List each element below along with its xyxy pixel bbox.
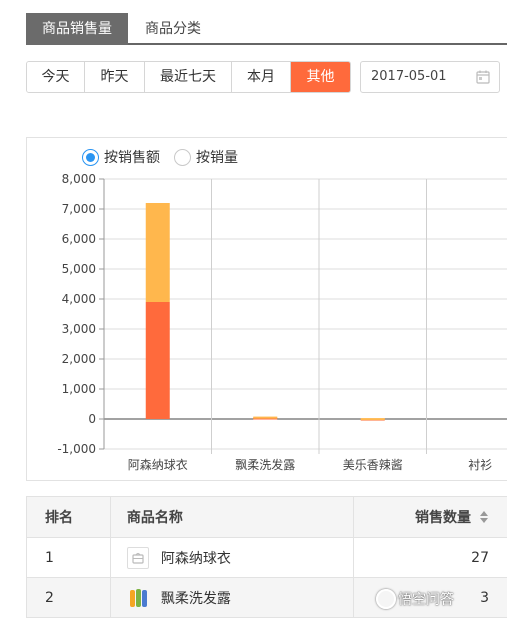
tab-product-sales[interactable]: 商品销售量 [26,13,128,45]
y-tick-label: 4,000 [62,292,96,306]
chart-panel: 按销售额 按销量 -1,000 0 1,000 2,000 3,000 4,000 5,00… [26,137,507,481]
row-rank: 1 [27,538,111,577]
filter-other-button[interactable]: 其他 [291,62,350,92]
y-tick-label: 1,000 [62,382,96,396]
calendar-icon[interactable] [476,70,490,84]
image-placeholder-icon [126,546,149,569]
row-rank: 2 [27,578,111,617]
date-filter-group: 今天 昨天 最近七天 本月 其他 [26,61,351,93]
row-product: 飘柔洗发露 [111,578,355,617]
date-input[interactable] [371,69,471,84]
tab-product-category[interactable]: 商品分类 [128,13,218,45]
row-product: 阿森纳球衣 [111,538,355,577]
filter-today-button[interactable]: 今天 [27,62,85,92]
x-tick-label: 美乐香辣酱 [343,457,403,472]
y-tick-label: 0 [88,412,96,426]
table-header-row: 排名 商品名称 销售数量 [27,497,507,538]
sort-icon[interactable] [479,510,489,524]
watermark-logo-icon [376,589,396,609]
y-tick-label: 2,000 [62,352,96,366]
y-tick-label: 3,000 [62,322,96,336]
product-thumbnail-icon [129,588,147,607]
bar-segment [145,302,170,419]
header-sales-quantity-label: 销售数量 [415,510,471,526]
watermark-text: 悟空问答 [398,592,454,608]
filter-this-month-button[interactable]: 本月 [232,62,291,92]
row-product-name: 阿森纳球衣 [160,550,231,567]
table-row[interactable]: 1 阿森纳球衣 27 [27,538,507,578]
y-tick-label: 6,000 [62,232,96,246]
row-quantity: 27 [471,549,489,566]
x-tick-label: 飘柔洗发露 [235,457,295,472]
x-tick-label: 阿森纳球衣 [128,457,188,472]
y-tick-label: -1,000 [57,442,96,456]
y-tick-label: 8,000 [62,172,96,186]
header-product-name: 商品名称 [111,497,355,537]
filter-last-seven-days-button[interactable]: 最近七天 [145,62,232,92]
bar-segment [360,418,385,421]
tab-bar: 商品销售量 商品分类 [26,13,507,45]
filter-yesterday-button[interactable]: 昨天 [85,62,145,92]
y-tick-label: 5,000 [62,262,96,276]
y-tick-label: 7,000 [62,202,96,216]
header-sales-quantity[interactable]: 销售数量 [354,497,507,537]
header-rank: 排名 [27,497,111,537]
bar-segment [145,203,170,302]
x-tick-label: 衬衫 [468,458,492,472]
date-picker[interactable] [360,61,500,93]
row-product-name: 飘柔洗发露 [160,590,231,607]
sales-bar-chart: -1,000 0 1,000 2,000 3,000 4,000 5,000 6,000 7,0… [57,172,507,472]
bar-segment [253,416,278,419]
